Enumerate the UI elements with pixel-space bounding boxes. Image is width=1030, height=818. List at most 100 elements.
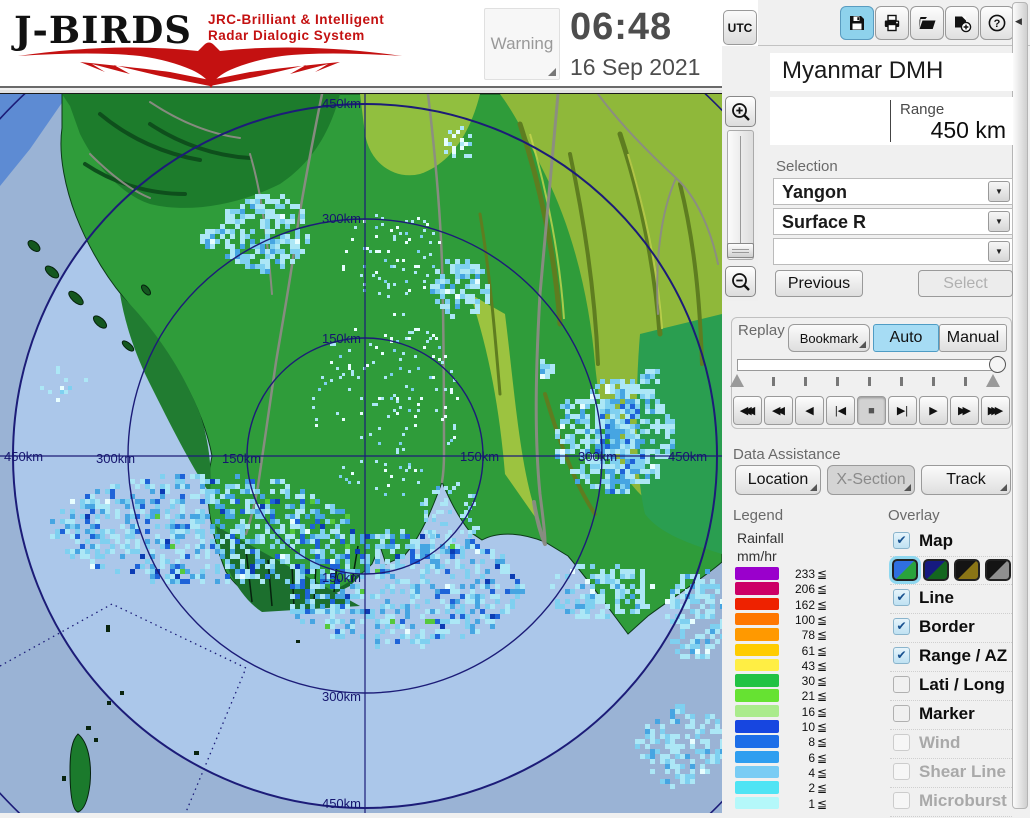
legend-row: 8≦	[733, 734, 817, 749]
legend-value: 78	[781, 628, 815, 642]
svg-text:300km: 300km	[578, 449, 617, 464]
select-button[interactable]: Select	[918, 270, 1013, 297]
checkbox-icon[interactable]	[893, 705, 910, 722]
legend-unit-line2: mm/hr	[737, 548, 777, 564]
legend-color-swatch	[735, 720, 779, 733]
stop-button[interactable]: ■	[857, 396, 886, 425]
track-button[interactable]: Track	[921, 465, 1011, 495]
play-button[interactable]: ▶	[919, 396, 948, 425]
svg-text:450km: 450km	[4, 449, 43, 464]
legend-comparator: ≦	[817, 689, 827, 703]
header-gap	[0, 90, 758, 93]
svg-text:450km: 450km	[668, 449, 707, 464]
map-style-black-gray[interactable]	[985, 559, 1011, 581]
overlay-item-label: Microburst	[919, 791, 1007, 811]
legend-row: 16≦	[733, 704, 817, 719]
xsection-button[interactable]: X-Section	[827, 465, 915, 495]
print-button[interactable]	[875, 6, 909, 40]
legend-comparator: ≦	[817, 567, 827, 581]
legend-color-swatch	[735, 598, 779, 611]
zoom-slider-handle[interactable]	[727, 243, 754, 258]
location-button[interactable]: Location	[735, 465, 821, 495]
map-style-blue-green[interactable]	[892, 559, 918, 581]
checkbox-icon	[893, 734, 910, 751]
checkbox-icon[interactable]: ✔	[893, 532, 910, 549]
legend-value: 6	[781, 751, 815, 765]
zoom-in-button[interactable]	[725, 96, 756, 127]
fast-rewind-button[interactable]: ◀◀◀	[733, 396, 762, 425]
legend-value: 4	[781, 766, 815, 780]
overlay-item-label: Map	[919, 531, 953, 551]
zoom-out-icon	[730, 271, 752, 293]
replay-slider-handle[interactable]	[989, 356, 1006, 373]
legend-row: 206≦	[733, 581, 817, 596]
legend-label: Legend	[733, 507, 783, 524]
checkbox-icon[interactable]: ✔	[893, 647, 910, 664]
overlay-item-lati-long[interactable]: Lati / Long	[890, 672, 1012, 701]
auto-button[interactable]: Auto	[873, 324, 939, 352]
checkbox-icon[interactable]: ✔	[893, 589, 910, 606]
zoom-in-icon	[730, 101, 752, 123]
chevron-down-icon[interactable]: ▼	[988, 211, 1010, 232]
legend-color-swatch	[735, 751, 779, 764]
open-folder-button[interactable]	[910, 6, 944, 40]
warning-button[interactable]: Warning	[484, 8, 560, 80]
legend-row: 6≦	[733, 750, 817, 765]
site-dropdown[interactable]: Yangon ▼	[773, 178, 1013, 205]
slider-tick	[932, 377, 935, 386]
station-name: Myanmar DMH	[782, 57, 943, 85]
fast-forward-button[interactable]: ▶▶	[950, 396, 979, 425]
previous-button[interactable]: Previous	[775, 270, 863, 297]
help-button[interactable]: ?	[980, 6, 1014, 40]
legend-comparator: ≦	[817, 766, 827, 780]
chevron-down-icon[interactable]: ▼	[988, 241, 1010, 262]
save-button[interactable]	[840, 6, 874, 40]
step-back-button[interactable]: |◀	[826, 396, 855, 425]
legend-comparator: ≦	[817, 598, 827, 612]
slider-tick	[900, 377, 903, 386]
capture-add-button[interactable]	[945, 6, 979, 40]
legend-value: 16	[781, 705, 815, 719]
legend-row: 2≦	[733, 780, 817, 795]
overlay-item-marker[interactable]: Marker	[890, 701, 1012, 730]
radar-map[interactable]: 450km 300km 150km 150km 300km 450km 450k…	[0, 92, 722, 811]
checkbox-icon[interactable]	[893, 676, 910, 693]
panel-collapse-strip[interactable]	[1012, 2, 1028, 809]
overlay-item-label: Range / AZ	[919, 646, 1007, 666]
product-dropdown[interactable]: Surface R ▼	[773, 208, 1013, 235]
replay-label: Replay	[738, 322, 785, 339]
overlay-item-line[interactable]: ✔Line	[890, 585, 1012, 614]
rewind-button[interactable]: ◀◀	[764, 396, 793, 425]
extra-dropdown[interactable]: ▼	[773, 238, 1013, 265]
overlay-item-border[interactable]: ✔Border	[890, 614, 1012, 643]
manual-button[interactable]: Manual	[939, 324, 1007, 352]
legend-value: 61	[781, 644, 815, 658]
map-style-black-olive[interactable]	[954, 559, 980, 581]
fastest-forward-button[interactable]: ▶▶▶	[981, 396, 1010, 425]
slider-end-marker	[986, 374, 1000, 387]
slider-tick	[836, 377, 839, 386]
legend-color-swatch	[735, 705, 779, 718]
svg-text:150km: 150km	[322, 331, 361, 346]
legend-color-swatch	[735, 735, 779, 748]
zoom-out-button[interactable]	[725, 266, 756, 297]
play-reverse-button[interactable]: ◀	[795, 396, 824, 425]
legend-comparator: ≦	[817, 797, 827, 811]
chevron-down-icon[interactable]: ▼	[988, 181, 1010, 202]
step-forward-button[interactable]: ▶|	[888, 396, 917, 425]
legend-comparator: ≦	[817, 705, 827, 719]
utc-button[interactable]: UTC	[723, 10, 757, 45]
replay-slider-track[interactable]	[737, 359, 1003, 371]
map-style-navy-darkgreen[interactable]	[923, 559, 949, 581]
overlay-item-map[interactable]: ✔ Map	[890, 528, 1012, 557]
checkbox-icon[interactable]: ✔	[893, 618, 910, 635]
bookmark-button[interactable]: Bookmark	[788, 324, 870, 352]
svg-text:?: ?	[994, 18, 1001, 30]
map-style-row	[890, 557, 1012, 585]
slider-tick	[804, 377, 807, 386]
legend-row: 30≦	[733, 673, 817, 688]
legend-color-swatch	[735, 613, 779, 626]
svg-text:150km: 150km	[322, 570, 361, 585]
overlay-item-range-az[interactable]: ✔ Range / AZ	[890, 643, 1012, 672]
selection-label: Selection	[776, 158, 838, 175]
